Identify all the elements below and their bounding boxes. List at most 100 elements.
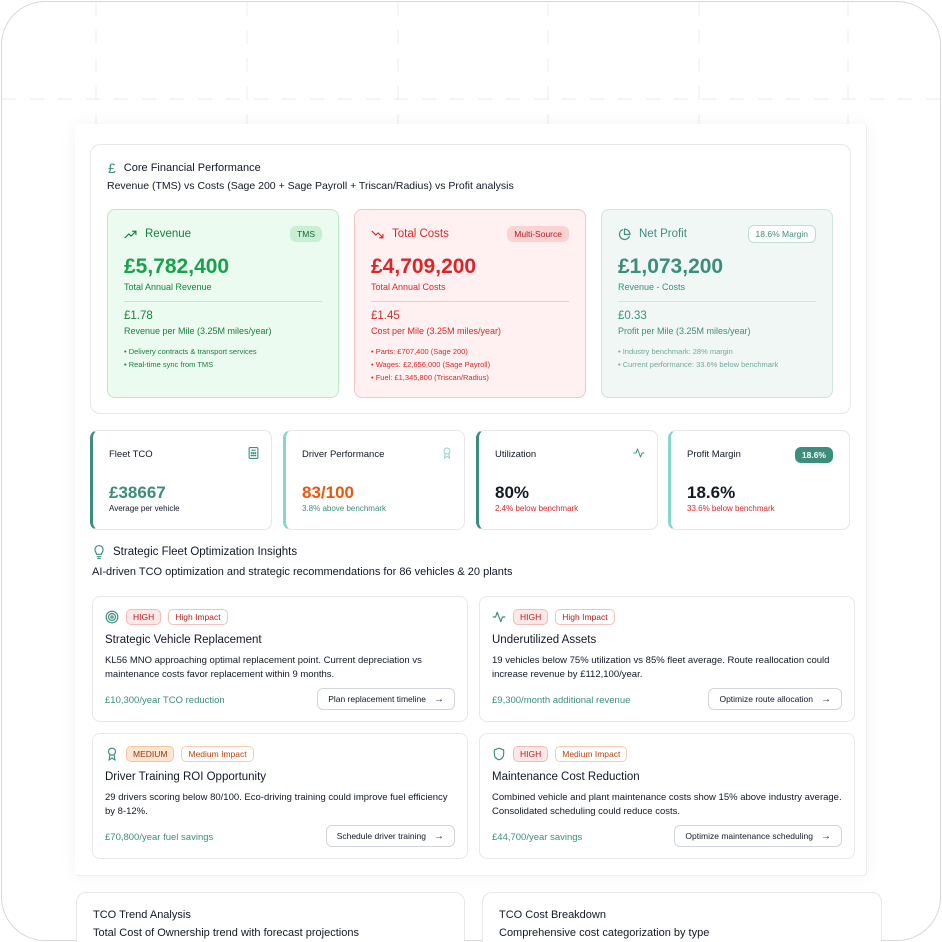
costs-amount: £4,709,200: [371, 255, 477, 278]
kpi-subtext: 33.6% below benchmark: [687, 504, 775, 513]
impact-tag: High Impact: [555, 609, 615, 625]
kpi-subtext: Average per vehicle: [109, 504, 180, 513]
kpi-utilization: Utilization 80% 2.4% below benchmark: [476, 430, 658, 530]
impact-tag: Medium Impact: [181, 746, 254, 762]
insight-card: MEDIUM Medium Impact Driver Training ROI…: [92, 733, 468, 859]
profit-note: • Industry benchmark: 28% margin: [618, 347, 733, 356]
profit-per-mile: £0.33: [618, 310, 647, 322]
kpi-value: 18.6%: [687, 483, 736, 502]
costs-label: Total Costs: [371, 228, 449, 241]
costs-note: • Fuel: £1,345,800 (Triscan/Radius): [371, 373, 489, 382]
divider: [371, 301, 569, 302]
cost-per-mile: £1.45: [371, 310, 400, 322]
target-icon: [105, 610, 119, 624]
insight-description: KL56 MNO approaching optimal replacement…: [105, 655, 422, 680]
core-financial-title: £ Core Financial Performance: [108, 160, 261, 176]
lightbulb-icon: [94, 545, 104, 559]
costs-note: • Wages: £2,656,000 (Sage Payroll): [371, 360, 491, 369]
kpi-title: Driver Performance: [302, 449, 385, 460]
revenue-amount-label: Total Annual Revenue: [124, 282, 212, 292]
costs-source-badge: Multi-Source: [507, 226, 569, 242]
activity-icon: [633, 448, 645, 458]
optimize-route-button[interactable]: Optimize route allocation →: [708, 688, 842, 710]
priority-tag: HIGH: [126, 609, 162, 625]
insight-value: £9,300/month additional revenue: [492, 695, 631, 706]
arrow-right-icon: →: [821, 830, 831, 842]
kpi-title: Profit Margin: [687, 449, 741, 460]
insight-description: 19 vehicles below 75% utilization vs 85%…: [492, 655, 830, 680]
kpi-value: 80%: [495, 483, 530, 502]
insight-card: HIGH Medium Impact Maintenance Cost Redu…: [479, 733, 855, 859]
kpi-title: Fleet TCO: [109, 449, 153, 460]
insights-subtitle: AI-driven TCO optimization and strategic…: [92, 566, 513, 578]
net-profit-card: Net Profit 18.6% Margin £1,073,200 Reven…: [601, 209, 833, 398]
profit-amount: £1,073,200: [618, 255, 724, 278]
revenue-per-mile: £1.78: [124, 310, 153, 322]
kpi-driver-performance: Driver Performance 83/100 3.8% above ben…: [283, 430, 465, 530]
kpi-subtext: 2.4% below benchmark: [495, 504, 579, 513]
insight-description: Combined vehicle and plant maintenance c…: [492, 792, 842, 817]
profit-margin-badge: 18.6% Margin: [747, 225, 816, 243]
insight-title: Driver Training ROI Opportunity: [105, 771, 267, 783]
trending-down-icon: [371, 230, 384, 238]
revenue-label: Revenue: [124, 228, 191, 241]
costs-amount-label: Total Annual Costs: [371, 282, 446, 292]
priority-tag: HIGH: [513, 609, 549, 625]
insight-title: Strategic Vehicle Replacement: [105, 634, 262, 646]
kpi-title: Utilization: [495, 449, 537, 460]
profit-margin-badge: 18.6%: [794, 447, 833, 463]
cost-per-mile-label: Cost per Mile (3.25M miles/year): [371, 326, 502, 336]
priority-tag: MEDIUM: [126, 746, 175, 762]
trending-up-icon: [124, 230, 137, 238]
revenue-source-badge: TMS: [290, 226, 322, 242]
profit-amount-label: Revenue - Costs: [618, 282, 686, 292]
revenue-note: • Delivery contracts & transport service…: [124, 347, 257, 356]
insight-value: £10,300/year TCO reduction: [105, 695, 225, 706]
plan-replacement-button[interactable]: Plan replacement timeline →: [317, 688, 455, 710]
priority-tag: HIGH: [513, 746, 549, 762]
arrow-right-icon: →: [434, 830, 444, 842]
calculator-icon: [248, 447, 259, 459]
revenue-card: Revenue TMS £5,782,400 Total Annual Reve…: [107, 209, 339, 398]
profit-note: • Current performance: 33.6% below bench…: [618, 360, 779, 369]
insight-value: £70,800/year fuel savings: [105, 832, 214, 843]
tco-breakdown-title: TCO Cost Breakdown: [499, 909, 606, 921]
revenue-amount: £5,782,400: [124, 255, 230, 278]
arrow-right-icon: →: [434, 693, 444, 705]
kpi-value: £38667: [109, 483, 166, 502]
pound-icon: £: [108, 160, 116, 176]
award-icon: [107, 747, 117, 761]
pie-chart-icon: [618, 227, 631, 240]
kpi-value: 83/100: [302, 483, 354, 502]
background-grid-decoration: [2, 2, 940, 132]
insight-card: HIGH High Impact Strategic Vehicle Repla…: [92, 596, 468, 722]
divider: [618, 301, 816, 302]
profit-label: Net Profit: [618, 227, 687, 241]
tco-trend-subtitle: Total Cost of Ownership trend with forec…: [93, 927, 359, 939]
arrow-right-icon: →: [821, 693, 831, 705]
insight-value: £44,700/year savings: [492, 832, 583, 843]
optimize-maintenance-button[interactable]: Optimize maintenance scheduling →: [674, 825, 842, 847]
shield-icon: [493, 747, 505, 761]
kpi-profit-margin: Profit Margin 18.6% 18.6% 33.6% below be…: [668, 430, 850, 530]
insight-title: Underutilized Assets: [492, 634, 597, 646]
costs-note: • Parts: £707,400 (Sage 200): [371, 347, 468, 356]
impact-tag: High Impact: [168, 609, 228, 625]
insight-card: HIGH High Impact Underutilized Assets 19…: [479, 596, 855, 722]
core-financial-subtitle: Revenue (TMS) vs Costs (Sage 200 + Sage …: [107, 180, 514, 192]
activity-icon: [492, 611, 506, 623]
total-costs-card: Total Costs Multi-Source £4,709,200 Tota…: [354, 209, 586, 398]
divider: [124, 301, 322, 302]
insights-title: Strategic Fleet Optimization Insights: [93, 545, 297, 559]
tco-trend-title: TCO Trend Analysis: [93, 909, 191, 921]
schedule-training-button[interactable]: Schedule driver training →: [325, 825, 455, 847]
tco-breakdown-subtitle: Comprehensive cost categorization by typ…: [499, 927, 710, 939]
insight-title: Maintenance Cost Reduction: [492, 771, 640, 783]
profit-per-mile-label: Profit per Mile (3.25M miles/year): [618, 326, 751, 336]
award-icon: [443, 447, 451, 459]
revenue-note: • Real-time sync from TMS: [124, 360, 214, 369]
insight-description: 29 drivers scoring below 80/100. Eco-dri…: [105, 792, 448, 817]
kpi-subtext: 3.8% above benchmark: [302, 504, 387, 513]
kpi-fleet-tco: Fleet TCO £38667 Average per vehicle: [90, 430, 272, 530]
impact-tag: Medium Impact: [555, 746, 628, 762]
